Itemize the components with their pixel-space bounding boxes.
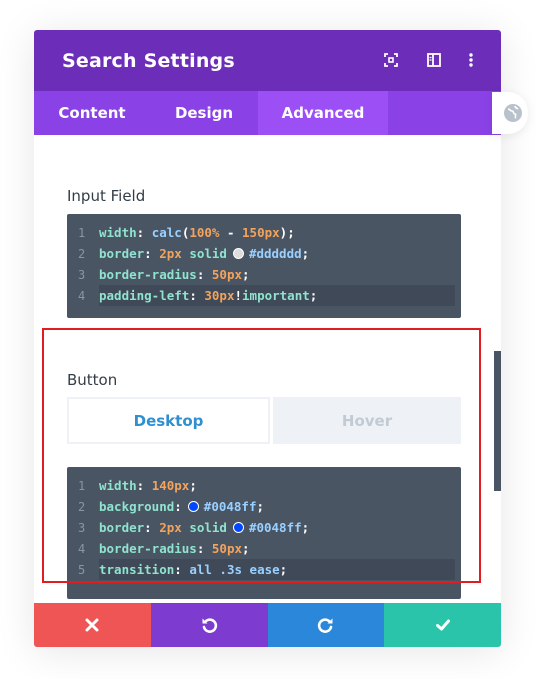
css-token: : [136,225,152,240]
css-token: ! [234,288,243,303]
css-token: 50px [211,267,243,282]
tab-advanced-label: Advanced [281,104,365,122]
undo-button[interactable] [150,603,268,647]
code-text: border-radius: 50px; [99,267,250,282]
check-icon [435,619,450,631]
css-token: ; [309,288,318,303]
css-token: important [242,288,310,303]
css-token: : [196,267,212,282]
tab-design[interactable]: Design [150,91,258,135]
line-number: 3 [78,267,86,282]
css-token: 150px [242,225,280,240]
redo-button[interactable] [267,603,385,647]
code-text: border: 2px solid #dddddd; [99,246,309,261]
close-icon [85,618,99,632]
input-field-label: Input Field [67,187,146,205]
button-section-highlight [42,328,481,583]
tab-content[interactable]: Content [34,91,150,135]
tab-bar: Content Design Advanced [34,91,501,135]
code-text: padding-left: 30px! important; [99,288,317,303]
modal-title: Search Settings [62,49,235,72]
css-token: calc [151,225,182,240]
modal-footer [34,603,501,647]
css-token: - [219,225,243,240]
css-token: ); [279,225,295,240]
globe-icon [504,104,522,122]
css-token: ( [181,225,190,240]
tab-advanced[interactable]: Advanced [258,91,388,135]
css-property: padding-left [99,288,190,303]
css-property: border-radius [99,267,197,282]
line-number: 1 [78,225,86,240]
css-token: 100% [189,225,220,240]
code-line: 1 width: calc(100% - 150px); [67,222,461,243]
modal-header: Search Settings [34,30,501,91]
input-field-css-editor[interactable]: 1 width: calc(100% - 150px); 2 border: 2px … [67,214,461,318]
line-number: 4 [78,288,86,303]
tab-design-label: Design [174,104,234,122]
css-token: 2px [159,246,182,261]
tab-content-label: Content [58,104,126,122]
code-text: width: calc(100% - 150px); [99,225,295,240]
color-swatch[interactable] [232,248,244,259]
cancel-button[interactable] [34,603,151,647]
undo-icon [202,618,218,633]
code-line: 2 border: 2px solid #dddddd; [67,243,461,264]
more-icon[interactable] [461,50,481,70]
scrollbar[interactable] [494,351,501,491]
globe-button[interactable] [492,92,528,134]
sidebar-icon[interactable] [424,50,444,70]
line-number: 2 [78,246,86,261]
css-token: #dddddd [248,246,302,261]
redo-icon [317,618,333,633]
save-button[interactable] [384,603,501,647]
css-property: border [99,246,145,261]
css-token: : [144,246,160,261]
css-token: ; [242,267,250,282]
css-token: 30px [204,288,235,303]
expand-icon[interactable] [381,50,401,70]
css-token: solid [181,246,227,261]
css-token: ; [301,246,310,261]
code-line: 3 border-radius: 50px; [67,264,461,285]
code-line: 4 padding-left: 30px! important; [67,285,461,306]
css-token: : [189,288,205,303]
css-property: width [99,225,137,240]
